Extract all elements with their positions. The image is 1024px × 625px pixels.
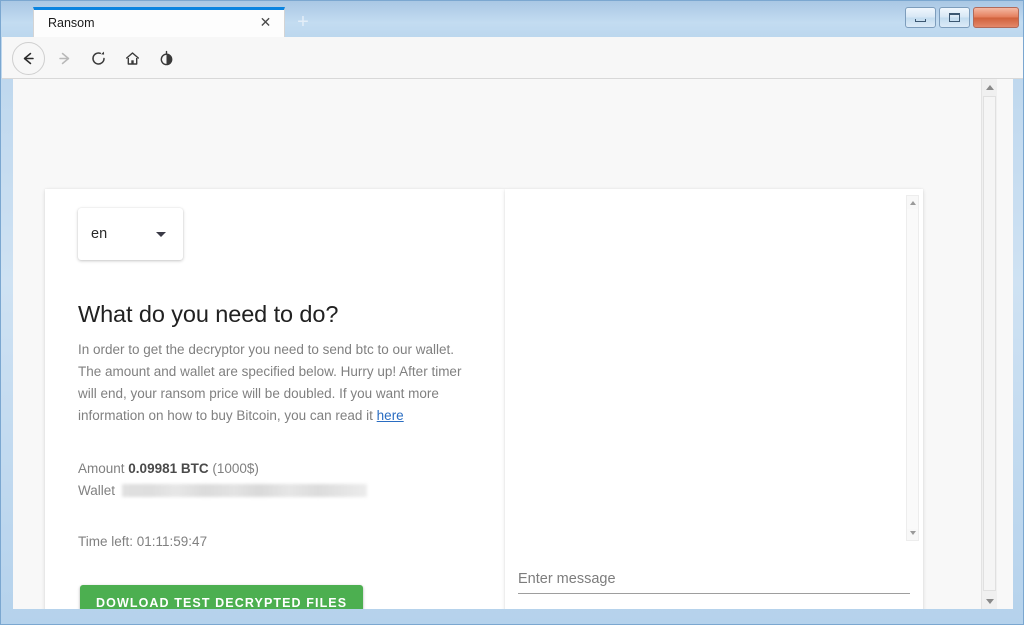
browser-window: Ransom ✕ + en What do you need to do? In… xyxy=(0,0,1024,625)
navigation-toolbar: .onion /pay ••• Search s 2 xyxy=(2,37,1023,109)
maximize-button[interactable] xyxy=(939,7,970,28)
instructions-paragraph: In order to get the decryptor you need t… xyxy=(78,339,478,427)
wallet-address-redacted xyxy=(122,484,368,497)
nav-button-group xyxy=(12,37,181,79)
close-icon[interactable]: ✕ xyxy=(257,14,274,31)
chevron-down-icon xyxy=(156,231,166,237)
wallet-row: Wallet xyxy=(78,483,368,498)
message-input[interactable] xyxy=(518,564,910,594)
web-page: en What do you need to do? In order to g… xyxy=(13,79,997,609)
amount-btc-value: 0.09981 BTC xyxy=(128,461,209,476)
reload-icon xyxy=(91,51,105,65)
scroll-down-button[interactable] xyxy=(982,593,997,609)
wallet-label: Wallet xyxy=(78,483,116,498)
chat-scroll-up-button[interactable] xyxy=(907,197,918,209)
arrow-right-icon xyxy=(58,52,69,64)
title-bar: Ransom ✕ + xyxy=(1,1,1023,37)
language-select[interactable]: en xyxy=(78,208,183,260)
forward-button[interactable] xyxy=(49,43,79,73)
window-controls xyxy=(905,7,1019,28)
reader-view-button[interactable] xyxy=(151,43,181,73)
amount-usd-value: (1000$) xyxy=(212,461,259,476)
instructions-text: In order to get the decryptor you need t… xyxy=(78,342,462,423)
close-window-button[interactable] xyxy=(973,7,1019,28)
countdown-timer: Time left: 01:11:59:47 xyxy=(78,534,208,549)
chat-scrollbar[interactable] xyxy=(906,195,919,541)
page-scrollbar-thumb[interactable] xyxy=(983,96,996,591)
bitcoin-info-link[interactable]: here xyxy=(377,408,404,423)
browser-tab-ransom[interactable]: Ransom ✕ xyxy=(33,7,285,37)
page-title: What do you need to do? xyxy=(78,301,339,327)
page-scrollbar[interactable] xyxy=(981,79,997,609)
chat-scroll-area xyxy=(505,189,923,547)
home-button[interactable] xyxy=(117,43,147,73)
reload-button[interactable] xyxy=(83,43,113,73)
amount-row: Amount 0.09981 BTC (1000$) xyxy=(78,461,259,476)
page-viewport: en What do you need to do? In order to g… xyxy=(13,79,1013,609)
chat-card: SEND xyxy=(505,189,923,609)
ransom-info-card: en What do you need to do? In order to g… xyxy=(45,189,505,609)
minimize-icon xyxy=(915,19,926,22)
chat-message-list xyxy=(505,189,897,547)
minimize-button[interactable] xyxy=(905,7,936,28)
chat-scrollbar-thumb[interactable] xyxy=(907,209,918,529)
contrast-icon xyxy=(160,50,172,65)
back-button[interactable] xyxy=(12,41,45,75)
language-value: en xyxy=(91,226,108,242)
arrow-left-icon xyxy=(23,52,34,64)
home-icon xyxy=(125,51,139,65)
chat-scroll-down-button[interactable] xyxy=(907,527,918,539)
scroll-up-button[interactable] xyxy=(982,79,997,95)
amount-label: Amount xyxy=(78,461,125,476)
new-tab-button[interactable]: + xyxy=(293,12,313,33)
tab-title: Ransom xyxy=(48,16,95,30)
maximize-icon xyxy=(949,13,960,22)
download-test-files-button[interactable]: DOWLOAD TEST DECRYPTED FILES xyxy=(80,585,364,609)
